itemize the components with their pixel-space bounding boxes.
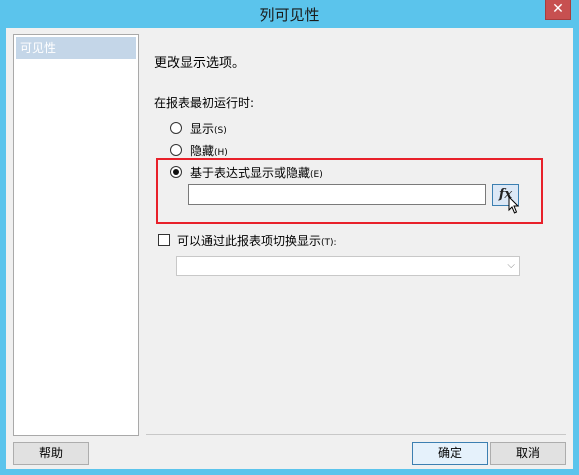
chevron-down-icon: ⌵ [507, 260, 515, 271]
dialog-window: 列可见性 ✕ 可见性 更改显示选项。 在报表最初运行时: 显示(S) 隐藏(H)… [0, 0, 579, 475]
nav-list: 可见性 [13, 34, 139, 436]
close-button[interactable]: ✕ [545, 0, 571, 20]
toggle-checkbox-label: 可以通过此报表项切换显示(T): [177, 233, 337, 248]
radio-hide-label: 隐藏(H) [190, 143, 228, 158]
cancel-button[interactable]: 取消 [490, 442, 566, 465]
footer-separator [146, 434, 566, 435]
content-panel: 更改显示选项。 在报表最初运行时: 显示(S) 隐藏(H) 基于表达式显示或隐藏… [146, 28, 573, 438]
radio-hide-circle[interactable] [170, 144, 182, 156]
initial-run-label: 在报表最初运行时: [154, 96, 255, 110]
radio-hide[interactable]: 隐藏(H) [170, 142, 228, 158]
expression-input[interactable] [188, 184, 486, 205]
dialog-client: 可见性 更改显示选项。 在报表最初运行时: 显示(S) 隐藏(H) 基于表达式显… [6, 28, 573, 469]
toggle-checkbox-row[interactable]: 可以通过此报表项切换显示(T): [158, 232, 337, 248]
nav-item-visibility[interactable]: 可见性 [16, 37, 136, 59]
radio-show-label: 显示(S) [190, 121, 227, 136]
toggle-checkbox[interactable] [158, 234, 170, 246]
window-title: 列可见性 [259, 6, 320, 24]
radio-expression-circle[interactable] [170, 166, 182, 178]
radio-expression[interactable]: 基于表达式显示或隐藏(E) [170, 164, 323, 180]
help-button[interactable]: 帮助 [13, 442, 89, 465]
toggle-item-dropdown[interactable]: ⌵ [176, 256, 520, 276]
ok-button[interactable]: 确定 [412, 442, 488, 465]
mouse-cursor-icon [508, 196, 520, 214]
radio-expression-label: 基于表达式显示或隐藏(E) [190, 165, 323, 180]
radio-show-circle[interactable] [170, 122, 182, 134]
title-bar[interactable]: 列可见性 ✕ [0, 0, 579, 28]
radio-show[interactable]: 显示(S) [170, 120, 227, 136]
page-heading: 更改显示选项。 [154, 56, 246, 71]
